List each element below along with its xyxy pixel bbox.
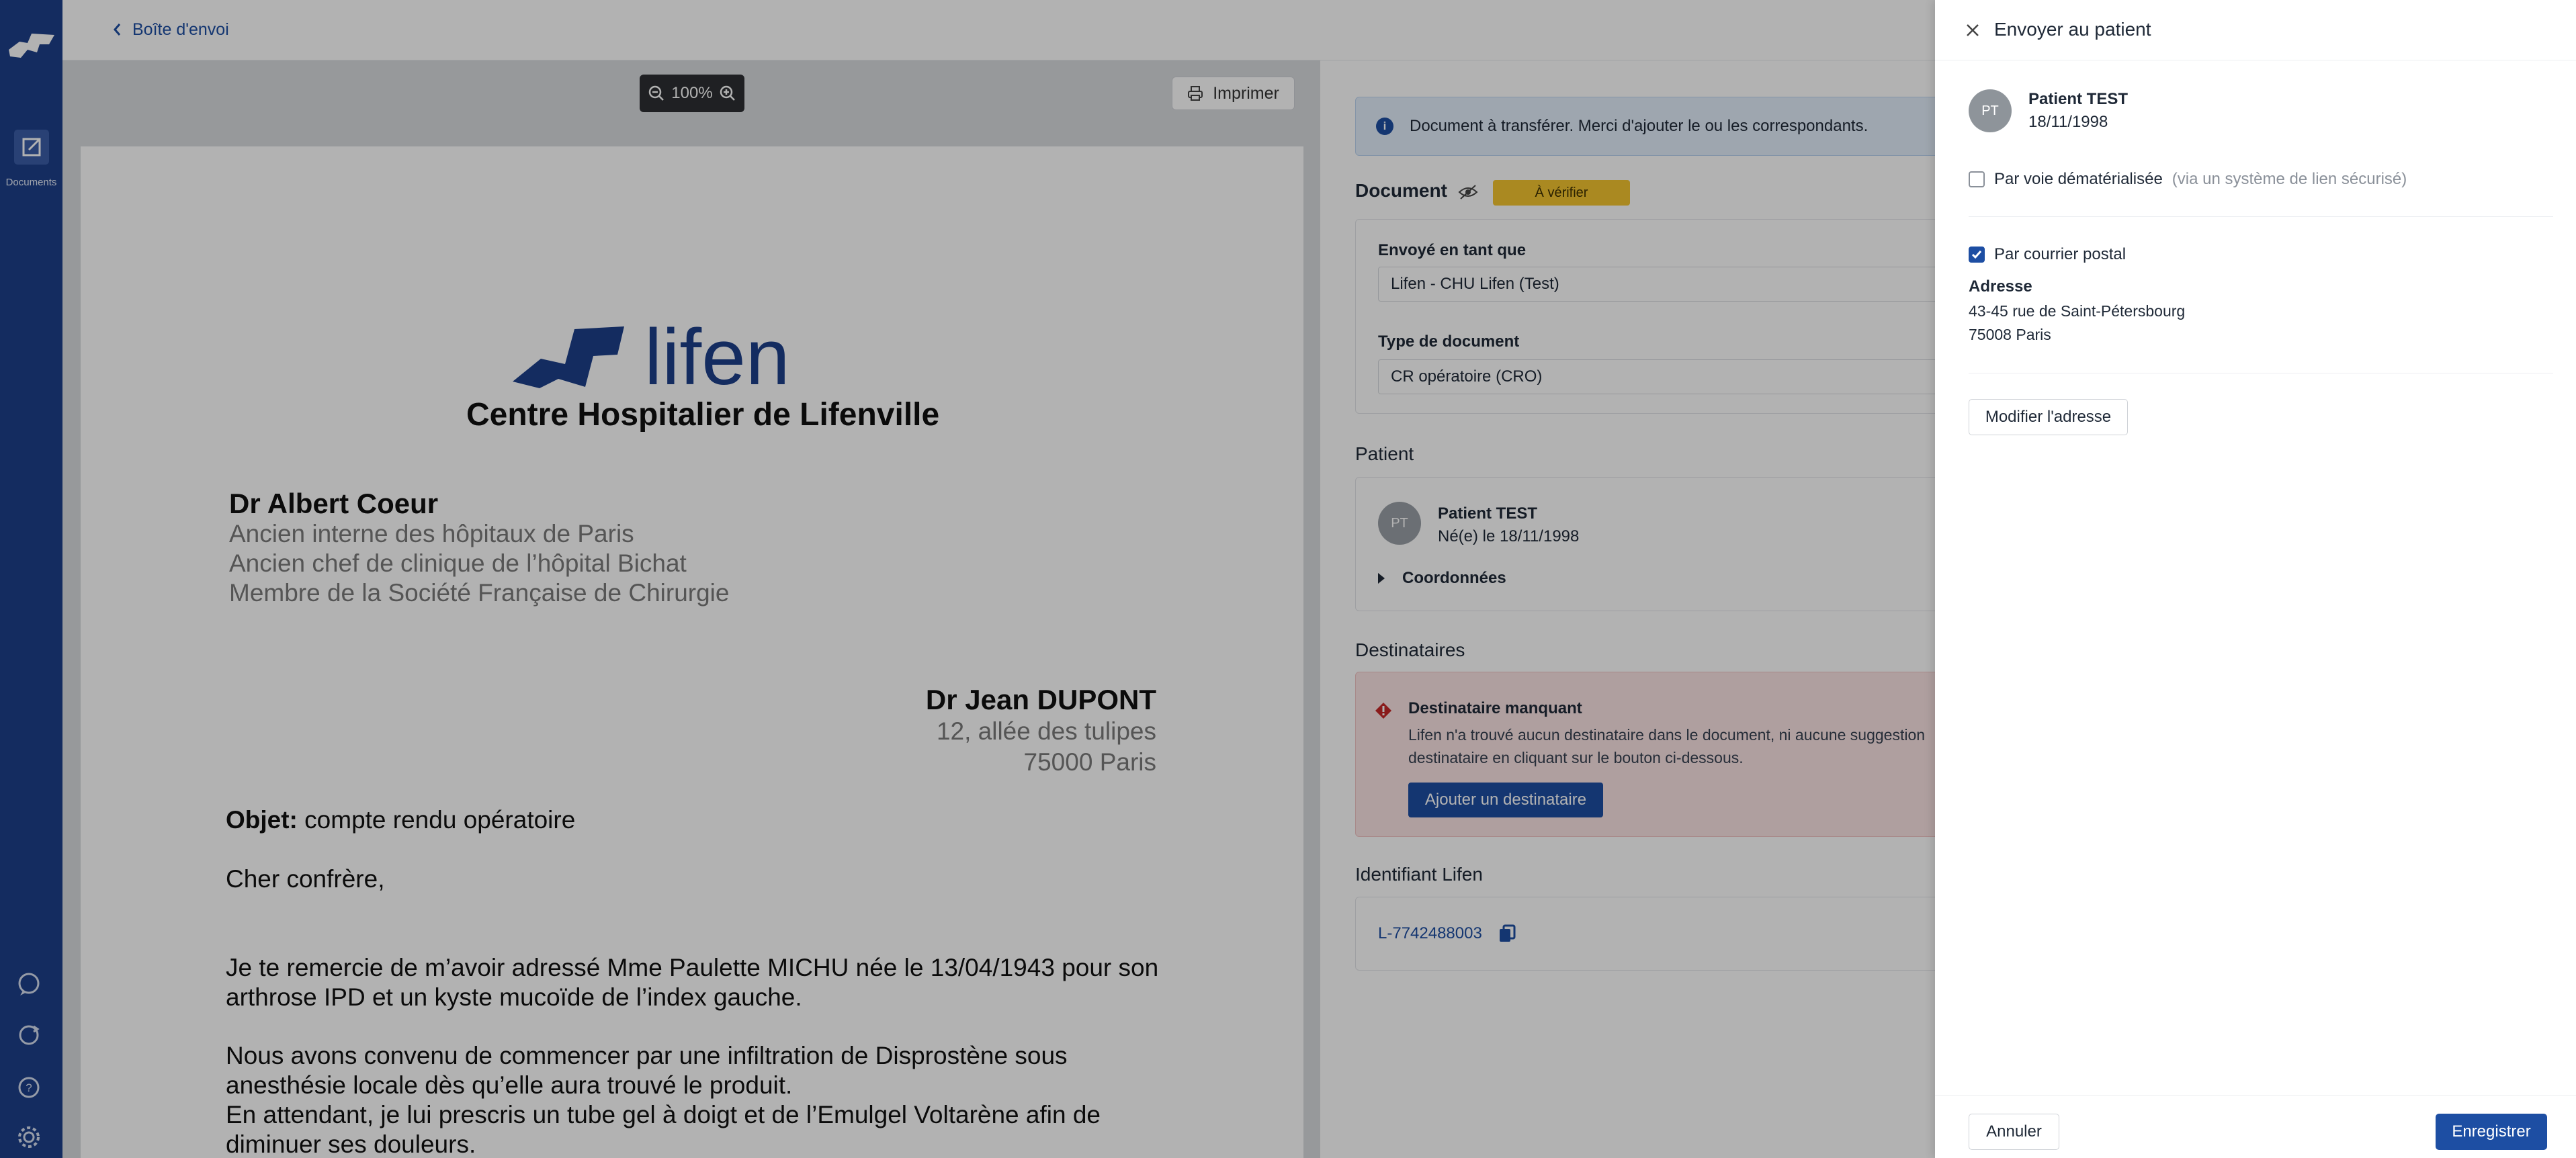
close-icon[interactable] [1965, 22, 1981, 38]
patient-birthdate: 18/11/1998 [2028, 113, 2108, 131]
postal-delivery-checkbox[interactable] [1969, 247, 1985, 263]
address-line: 75008 Paris [1969, 326, 2051, 343]
drawer-footer: Annuler Enregistrer [1935, 1095, 2576, 1158]
address-line: 43-45 rue de Saint-Pétersbourg [1969, 302, 2186, 320]
modal-overlay[interactable] [0, 0, 1935, 1158]
send-to-patient-drawer: Envoyer au patient PT Patient TEST 18/11… [1935, 0, 2576, 1158]
postal-delivery-label: Par courrier postal [1994, 245, 2127, 263]
checkmark-icon [1971, 251, 1982, 259]
cancel-button[interactable]: Annuler [1969, 1114, 2059, 1150]
edit-address-button[interactable]: Modifier l'adresse [1969, 399, 2128, 435]
postal-delivery-option[interactable]: Par courrier postal [1969, 245, 2126, 264]
digital-delivery-hint: (via un système de lien sécurisé) [2172, 170, 2407, 188]
patient-name: Patient TEST [2028, 90, 2129, 108]
digital-delivery-label: Par voie dématérialisée [1994, 170, 2163, 188]
drawer-title: Envoyer au patient [1994, 19, 2151, 40]
avatar: PT [1969, 89, 2012, 132]
divider [1969, 216, 2553, 217]
app-root: Documents ? Boîte d'envoi 100% Imprimer … [0, 0, 2576, 1158]
digital-delivery-option[interactable]: Par voie dématérialisée (via un système … [1969, 170, 2407, 189]
save-button[interactable]: Enregistrer [2436, 1114, 2547, 1150]
address-label: Adresse [1969, 277, 2032, 296]
drawer-header: Envoyer au patient [1935, 0, 2576, 60]
digital-delivery-checkbox[interactable] [1969, 171, 1985, 187]
